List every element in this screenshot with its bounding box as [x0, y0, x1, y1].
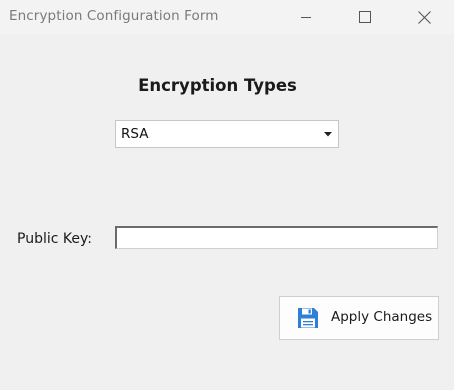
minimize-icon — [301, 17, 311, 18]
encryption-configuration-window: Encryption Configuration Form Encryption… — [0, 0, 454, 390]
save-floppy-icon — [298, 308, 318, 328]
public-key-label: Public Key: — [17, 231, 92, 247]
maximize-icon — [359, 11, 371, 23]
window-title: Encryption Configuration Form — [9, 8, 219, 24]
apply-changes-label: Apply Changes — [331, 309, 433, 325]
public-key-input[interactable] — [115, 226, 438, 249]
encryption-type-dropdown[interactable]: RSA — [115, 120, 339, 148]
title-bar[interactable]: Encryption Configuration Form — [0, 0, 454, 34]
dropdown-arrow-icon[interactable] — [318, 121, 338, 147]
minimize-button[interactable] — [283, 0, 329, 34]
close-icon — [417, 10, 431, 24]
encryption-type-selected-value: RSA — [121, 126, 149, 142]
apply-changes-button[interactable]: Apply Changes — [279, 296, 439, 340]
maximize-button[interactable] — [342, 0, 388, 34]
encryption-types-heading: Encryption Types — [138, 76, 297, 95]
close-button[interactable] — [401, 0, 447, 34]
